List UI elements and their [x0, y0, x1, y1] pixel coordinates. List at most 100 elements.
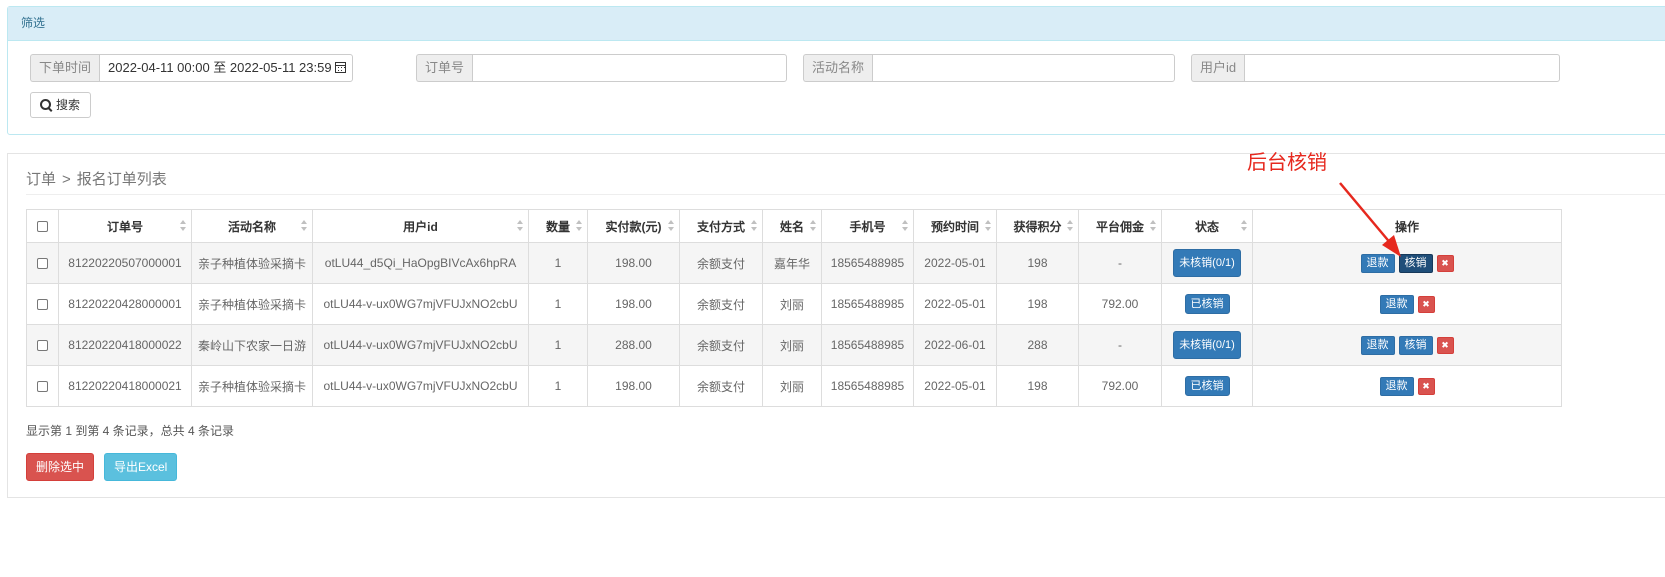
cell-user-id: otLU44-v-ux0WG7mjVFUJxNO2cbU [312, 365, 529, 407]
verify-button[interactable]: 核销 [1398, 335, 1433, 355]
cell-order-no: 81220220428000001 [58, 283, 192, 325]
cell-points: 288 [996, 324, 1079, 366]
cell-phone: 18565488985 [821, 242, 914, 284]
row-checkbox[interactable] [37, 381, 48, 393]
cell-name: 刘丽 [762, 365, 822, 407]
col-points[interactable]: 获得积分 [996, 209, 1079, 243]
cell-pay-method: 余额支付 [679, 365, 763, 407]
cell-paid: 288.00 [587, 324, 680, 366]
annotation-arrow [1339, 182, 1401, 257]
cell-appt-time: 2022-06-01 [913, 324, 997, 366]
order-no-label: 订单号 [416, 54, 473, 82]
filter-panel: 筛选 下单时间 2022-04-11 00:00 至 2022-05-11 23… [7, 6, 1665, 135]
status-badge: 未核销(0/1) [1173, 249, 1241, 277]
col-user-id[interactable]: 用户id [312, 209, 529, 243]
table-row: 81220220418000021 亲子种植体验采摘卡 otLU44-v-ux0… [26, 365, 1562, 407]
row-actions: 退款 [1253, 376, 1561, 396]
refund-button[interactable]: 退款 [1360, 335, 1395, 355]
cell-phone: 18565488985 [821, 283, 914, 325]
activity-name-group: 活动名称 [803, 54, 1176, 82]
sort-icon [180, 220, 186, 232]
delete-selected-button[interactable]: 删除选中 [26, 453, 95, 481]
cell-appt-time: 2022-05-01 [913, 242, 997, 284]
annotation-label: 后台核销 [1247, 152, 1327, 174]
col-pay-method[interactable]: 支付方式 [679, 209, 763, 243]
pagination-summary: 显示第 1 到第 4 条记录，总共 4 条记录 [26, 424, 235, 438]
cell-user-id: otLU44_d5Qi_HaOpgBIVcAx6hpRA [312, 242, 529, 284]
col-order-no[interactable]: 订单号 [58, 209, 192, 243]
col-appt-time[interactable]: 预约时间 [913, 209, 997, 243]
sort-icon [985, 220, 991, 232]
order-time-value: 2022-04-11 00:00 至 2022-05-11 23:59 [108, 60, 332, 75]
order-time-input[interactable]: 2022-04-11 00:00 至 2022-05-11 23:59 [99, 54, 354, 82]
cell-order-no: 81220220418000021 [58, 365, 192, 407]
delete-icon[interactable] [1436, 254, 1454, 272]
sort-icon [902, 220, 908, 232]
cell-phone: 18565488985 [821, 324, 914, 366]
search-button-label: 搜索 [56, 98, 81, 112]
cell-name: 刘丽 [762, 324, 822, 366]
cell-activity: 秦岭山下农家一日游 [191, 324, 313, 366]
search-icon [40, 98, 51, 110]
cell-commission: 792.00 [1078, 365, 1162, 407]
export-excel-button[interactable]: 导出Excel [104, 453, 178, 481]
sort-icon [1150, 220, 1156, 232]
sort-icon [810, 220, 816, 232]
row-checkbox[interactable] [37, 340, 48, 352]
status-badge: 未核销(0/1) [1173, 331, 1241, 359]
row-checkbox[interactable] [37, 299, 48, 311]
cell-order-no: 81220220507000001 [58, 242, 192, 284]
select-all-checkbox[interactable] [37, 221, 48, 233]
breadcrumb-current: 报名订单列表 [76, 171, 167, 188]
delete-icon[interactable] [1436, 336, 1454, 354]
select-all-cell [26, 209, 59, 243]
cell-pay-method: 余额支付 [679, 324, 763, 366]
order-no-input[interactable] [472, 54, 788, 82]
user-id-input[interactable] [1244, 54, 1561, 82]
breadcrumb-divider [26, 194, 1665, 195]
table-row: 81220220428000001 亲子种植体验采摘卡 otLU44-v-ux0… [26, 283, 1562, 325]
sort-icon [1241, 220, 1247, 232]
col-status[interactable]: 状态 [1161, 209, 1253, 243]
cell-name: 嘉年华 [762, 242, 822, 284]
order-no-group: 订单号 [416, 54, 788, 82]
cell-appt-time: 2022-05-01 [913, 283, 997, 325]
cell-commission: - [1078, 324, 1162, 366]
col-activity[interactable]: 活动名称 [191, 209, 313, 243]
order-time-label: 下单时间 [30, 54, 100, 82]
sort-icon [576, 220, 582, 232]
activity-name-input[interactable] [872, 54, 1176, 82]
delete-icon[interactable] [1417, 377, 1435, 395]
delete-icon[interactable] [1417, 295, 1435, 313]
cell-pay-method: 余额支付 [679, 283, 763, 325]
col-name[interactable]: 姓名 [762, 209, 822, 243]
cell-points: 198 [996, 365, 1079, 407]
sort-icon [301, 220, 307, 232]
order-time-group: 下单时间 2022-04-11 00:00 至 2022-05-11 23:59 [30, 54, 354, 82]
refund-button[interactable]: 退款 [1379, 376, 1414, 396]
user-id-label: 用户id [1191, 54, 1245, 82]
breadcrumb-root[interactable]: 订单 [26, 171, 56, 188]
cell-commission: 792.00 [1078, 283, 1162, 325]
calendar-icon[interactable] [334, 62, 346, 73]
cell-activity: 亲子种植体验采摘卡 [191, 365, 313, 407]
filter-heading: 筛选 [8, 7, 1665, 41]
sort-icon [668, 220, 674, 232]
cell-user-id: otLU44-v-ux0WG7mjVFUJxNO2cbU [312, 283, 529, 325]
cell-qty: 1 [528, 242, 588, 284]
col-paid[interactable]: 实付款(元) [587, 209, 680, 243]
cell-user-id: otLU44-v-ux0WG7mjVFUJxNO2cbU [312, 324, 529, 366]
cell-activity: 亲子种植体验采摘卡 [191, 283, 313, 325]
cell-paid: 198.00 [587, 283, 680, 325]
sort-icon [751, 220, 757, 232]
col-commission[interactable]: 平台佣金 [1078, 209, 1162, 243]
col-qty[interactable]: 数量 [528, 209, 588, 243]
cell-qty: 1 [528, 365, 588, 407]
activity-name-label: 活动名称 [803, 54, 873, 82]
search-button[interactable]: 搜索 [30, 92, 92, 118]
order-list-panel: 订单 > 报名订单列表 订单号 活动名称 用户id 数量 实付款(元) 支付方式 姓… [7, 153, 1665, 498]
cell-activity: 亲子种植体验采摘卡 [191, 242, 313, 284]
refund-button[interactable]: 退款 [1379, 294, 1414, 314]
col-phone[interactable]: 手机号 [821, 209, 914, 243]
row-checkbox[interactable] [37, 258, 48, 270]
